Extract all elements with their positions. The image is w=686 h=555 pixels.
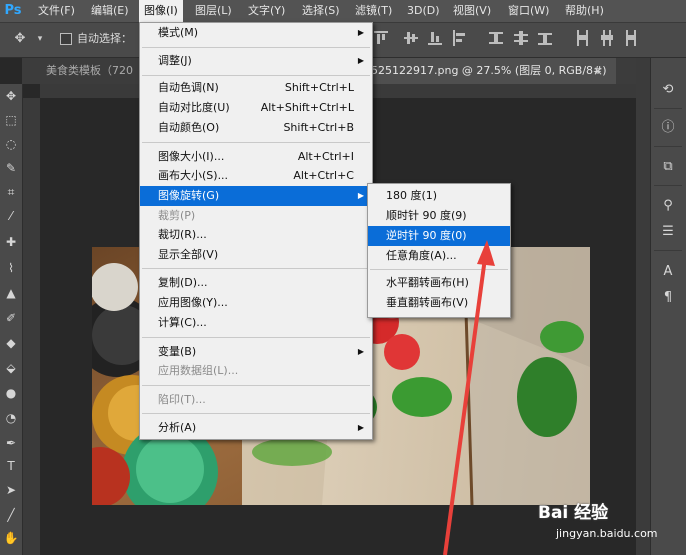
watermark-url: jingyan.baidu.com — [556, 527, 658, 540]
annotation-arrow — [443, 240, 495, 555]
baidu-jingyan-watermark: Bai 经验 — [538, 503, 609, 523]
